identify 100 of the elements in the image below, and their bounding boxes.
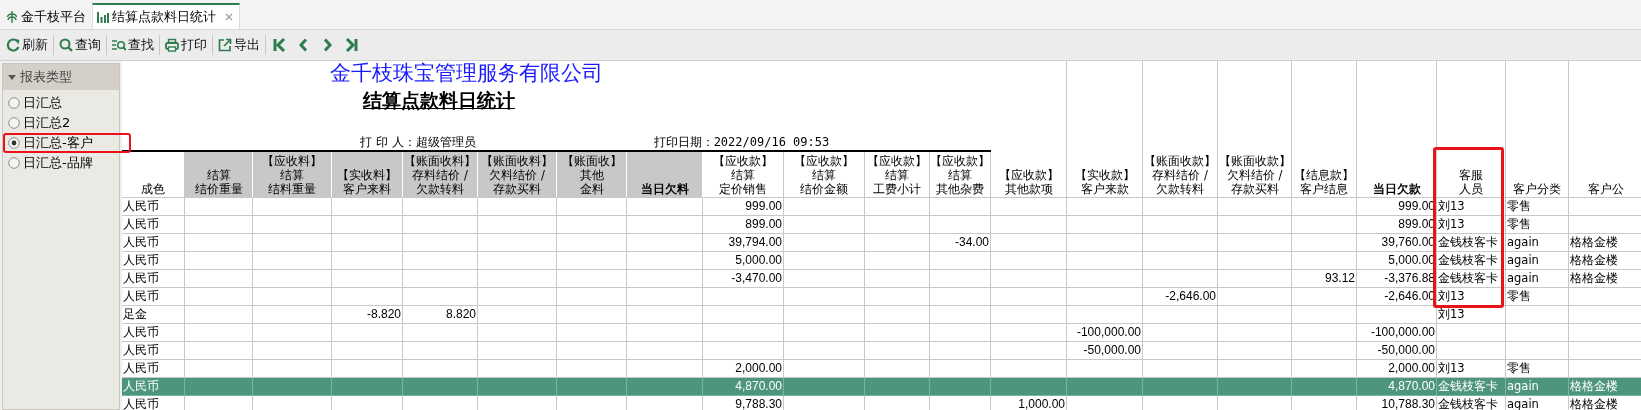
table-cell: 999.00 [703, 198, 784, 216]
toolbar-button[interactable]: 查询 [56, 34, 104, 56]
table-cell: 899.00 [703, 216, 784, 234]
print-date-label: 打印日期：2022/09/16 09:53 [653, 135, 830, 149]
column-header: 当日欠料 [627, 152, 703, 198]
print-user-label: 打 印 人：超级管理员 [360, 135, 476, 149]
table-cell: 金钱枝客卡 [1437, 378, 1506, 396]
table-cell: -50,000.00 [1067, 342, 1143, 360]
table-row[interactable]: 足金 -8.820 8.820 刘13 [122, 306, 1641, 324]
table-cell: 零售 [1506, 288, 1569, 306]
column-header: 客户公 [1569, 61, 1641, 198]
table-row[interactable]: 人民币 4,870.00 4,870.00 金钱枝客卡 again 格格金楼 [122, 378, 1641, 396]
table-cell: 刘13 [1437, 198, 1506, 216]
printer-icon [165, 38, 179, 52]
report-title: 结算点款料日统计 [363, 88, 515, 113]
table-cell: -34.00 [930, 234, 991, 252]
table-cell: 格格金楼 [1569, 234, 1641, 252]
table-row[interactable]: 人民币 9,788.30 1,000.00 10,788.30 金钱枝客卡 again 格格金楼 [122, 396, 1641, 410]
column-header: 【实收料】 客户来料 [332, 152, 403, 198]
table-cell: 9,788.30 [703, 396, 784, 410]
column-header: 【应收款】 其他款项 [991, 61, 1067, 198]
radio-button[interactable] [8, 97, 20, 109]
table-cell: 人民币 [122, 270, 185, 288]
toolbar-button[interactable]: 导出 [215, 34, 263, 56]
tab[interactable]: 结算点款料日统计 [92, 3, 240, 29]
export-icon [218, 38, 232, 52]
next-icon [321, 38, 335, 52]
column-header: 【账面收】 其他 金料 [557, 152, 627, 198]
column-header: 【应收料】 结算 结料重量 [253, 152, 332, 198]
toolbar-button[interactable]: 查找 [109, 34, 157, 56]
refresh-icon [6, 38, 20, 52]
toolbar-button[interactable]: 打印 [162, 34, 210, 56]
table-cell: again [1506, 234, 1569, 252]
table-cell: -100,000.00 [1357, 324, 1437, 342]
table-cell: 人民币 [122, 234, 185, 252]
table-cell: 格格金楼 [1569, 252, 1641, 270]
table-cell: again [1506, 396, 1569, 410]
table-cell: 人民币 [122, 396, 185, 410]
table-cell: 人民币 [122, 252, 185, 270]
table-cell: 8.820 [403, 306, 478, 324]
table-cell: 刘13 [1437, 288, 1506, 306]
panel-header[interactable]: 报表类型 [3, 64, 119, 90]
table-row[interactable]: 人民币 -50,000.00 -50,000.00 [122, 342, 1641, 360]
radio-button[interactable] [8, 137, 20, 149]
last-page-icon [345, 38, 359, 52]
bar-chart-icon [97, 11, 109, 23]
column-header: 【应收款】 结算 其他杂费 [930, 152, 991, 198]
table-cell: 5,000.00 [703, 252, 784, 270]
radio-option[interactable]: 日汇总 [3, 93, 131, 113]
table-cell: 金钱枝客卡 [1437, 234, 1506, 252]
table-cell: 刘13 [1437, 216, 1506, 234]
table-cell: 4,870.00 [1357, 378, 1437, 396]
table-cell: again [1506, 252, 1569, 270]
column-header: 【账面收料】 存料结价 / 欠款转料 [403, 152, 478, 198]
table-row[interactable]: 人民币 -100,000.00 -100,000.00 [122, 324, 1641, 342]
table-row[interactable]: 人民币 -3,470.00 93.12 -3,376.88 金钱枝客卡 again 格格金楼 [122, 270, 1641, 288]
table-cell: 93.12 [1292, 270, 1357, 288]
table-cell: 金钱枝客卡 [1437, 252, 1506, 270]
table-cell: 零售 [1506, 198, 1569, 216]
radio-button[interactable] [8, 117, 20, 129]
tab[interactable]: 金千枝平台 [2, 3, 92, 29]
table-cell: 人民币 [122, 216, 185, 234]
column-header: 【应收款】 结算 定价销售 [703, 152, 784, 198]
table-cell: -8.820 [332, 306, 403, 324]
table-cell: again [1506, 270, 1569, 288]
column-header: 【账面收款】 欠料结价 / 存款买料 [1218, 61, 1292, 198]
find-icon [112, 38, 126, 52]
table-cell: 人民币 [122, 324, 185, 342]
table-cell: -3,376.88 [1357, 270, 1437, 288]
report-company-name: 金千枝珠宝管理服务有限公司 [328, 61, 604, 85]
radio-button[interactable] [8, 157, 20, 169]
table-cell: 1,000.00 [991, 396, 1067, 410]
table-cell: -2,646.00 [1143, 288, 1218, 306]
column-header: 当日欠款 [1357, 61, 1437, 198]
table-cell: 人民币 [122, 378, 185, 396]
column-header: 【应收款】 结算 工费小计 [865, 152, 930, 198]
table-cell: 10,788.30 [1357, 396, 1437, 410]
column-header: 【实收款】 客户来款 [1067, 61, 1143, 198]
column-header: 结算 结价重量 [185, 152, 253, 198]
table-cell: 格格金楼 [1569, 270, 1641, 288]
column-header: 客服 人员 [1437, 61, 1506, 198]
column-header: 【应收款】 结算 结价金额 [784, 152, 865, 198]
column-header: 客户分类 [1506, 61, 1569, 198]
radio-option[interactable]: 日汇总2 [3, 113, 131, 133]
column-header: 【结息款】 客户结息 [1292, 61, 1357, 198]
radio-option[interactable]: 日汇总-客户 [3, 133, 131, 153]
table-cell: -3,470.00 [703, 270, 784, 288]
search-icon [59, 38, 73, 52]
table-cell: 人民币 [122, 198, 185, 216]
table-cell: 人民币 [122, 342, 185, 360]
table-cell: 刘13 [1437, 306, 1506, 324]
table-cell: 人民币 [122, 288, 185, 306]
first-page-icon [273, 38, 287, 52]
table-cell: again [1506, 378, 1569, 396]
table-cell: 格格金楼 [1569, 396, 1641, 410]
table-cell: 4,870.00 [703, 378, 784, 396]
table-cell: 足金 [122, 306, 185, 324]
table-cell: 39,794.00 [703, 234, 784, 252]
toolbar-button[interactable]: 刷新 [3, 34, 51, 56]
table-cell: 金钱枝客卡 [1437, 396, 1506, 410]
